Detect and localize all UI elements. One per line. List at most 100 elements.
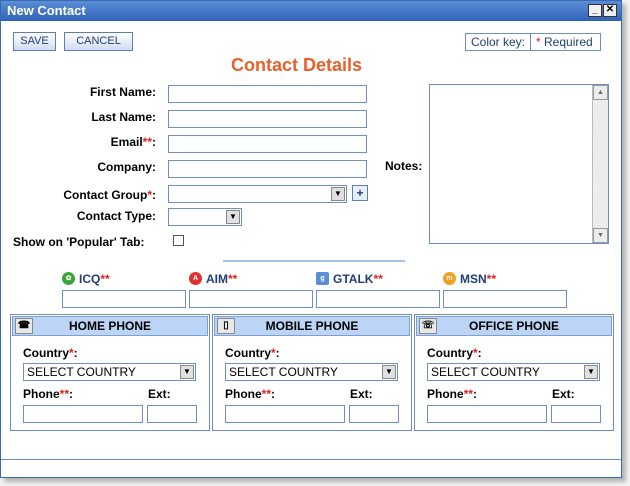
office-phone-stars: ** bbox=[463, 387, 474, 401]
home-country-star: * bbox=[69, 346, 74, 360]
icq-stars: ** bbox=[100, 272, 110, 286]
mobile-phone-panel: ▯ MOBILE PHONE Country*: SELECT COUNTRY ▼ … bbox=[212, 314, 412, 431]
msn-icon: m bbox=[443, 272, 456, 285]
scroll-up-icon[interactable]: ▲ bbox=[593, 85, 608, 100]
gtalk-field[interactable] bbox=[316, 290, 440, 308]
mobile-phone-stars: ** bbox=[261, 387, 272, 401]
new-contact-window: New Contact _ ✕ SAVE CANCEL Color key: *… bbox=[0, 0, 622, 478]
office-phone-label: Phone**: bbox=[427, 387, 478, 401]
gtalk-icon: g bbox=[316, 272, 329, 285]
mobile-phone-title: MOBILE PHONE bbox=[265, 319, 359, 333]
home-phone-label-text: Phone bbox=[23, 387, 60, 401]
cancel-button[interactable]: CANCEL bbox=[64, 32, 133, 51]
office-ext-label: Ext: bbox=[552, 387, 575, 401]
office-ext-field[interactable] bbox=[551, 405, 601, 423]
color-key-label: Color key: bbox=[471, 35, 526, 49]
company-field[interactable] bbox=[168, 160, 367, 178]
home-country-label: Country*: bbox=[23, 346, 78, 360]
home-phone-field[interactable] bbox=[23, 405, 143, 423]
mobile-ext-field[interactable] bbox=[349, 405, 399, 423]
chevron-down-icon: ▼ bbox=[180, 365, 194, 379]
office-phone-panel: ☏ OFFICE PHONE Country*: SELECT COUNTRY ▼ … bbox=[414, 314, 614, 431]
mobile-phone-icon: ▯ bbox=[217, 318, 235, 334]
home-ext-field[interactable] bbox=[147, 405, 197, 423]
email-label: Email**: bbox=[110, 135, 156, 149]
home-phone-stars: ** bbox=[59, 387, 70, 401]
mobile-phone-label-text: Phone bbox=[225, 387, 262, 401]
first-name-label: First Name: bbox=[89, 85, 156, 99]
mobile-phone-label: Phone**: bbox=[225, 387, 276, 401]
icq-label: ICQ** bbox=[79, 272, 110, 286]
mobile-ext-label: Ext: bbox=[350, 387, 373, 401]
popular-tab-label: Show on 'Popular' Tab: bbox=[13, 235, 145, 249]
contact-type-label: Contact Type: bbox=[76, 209, 156, 223]
page-title: Contact Details bbox=[231, 55, 363, 75]
mobile-phone-header: ▯ MOBILE PHONE bbox=[214, 316, 410, 336]
contact-group-required-star: * bbox=[147, 188, 152, 202]
required-text: Required bbox=[544, 35, 593, 49]
last-name-label: Last Name: bbox=[91, 110, 156, 124]
chevron-down-icon: ▼ bbox=[331, 187, 345, 201]
email-field[interactable] bbox=[168, 135, 367, 153]
notes-label: Notes: bbox=[385, 159, 423, 173]
msn-label: MSN** bbox=[460, 272, 496, 286]
office-phone-label-text: Phone bbox=[427, 387, 464, 401]
mobile-country-label-text: Country bbox=[225, 346, 271, 360]
aim-label: AIM** bbox=[206, 272, 237, 286]
first-name-field[interactable] bbox=[168, 85, 367, 103]
phone-icon: ☎ bbox=[15, 318, 33, 334]
mobile-phone-field[interactable] bbox=[225, 405, 345, 423]
mobile-country-star: * bbox=[271, 346, 276, 360]
gtalk-stars: ** bbox=[373, 272, 383, 286]
office-country-star: * bbox=[473, 346, 478, 360]
home-country-value: SELECT COUNTRY bbox=[27, 365, 136, 379]
email-label-text: Email bbox=[110, 135, 143, 149]
chevron-down-icon: ▼ bbox=[382, 365, 396, 379]
home-ext-label: Ext: bbox=[148, 387, 171, 401]
msn-label-text: MSN bbox=[460, 272, 487, 286]
chevron-down-icon: ▼ bbox=[584, 365, 598, 379]
notes-scrollbar[interactable]: ▲ ▼ bbox=[592, 85, 608, 243]
section-divider bbox=[223, 260, 405, 262]
home-phone-header: ☎ HOME PHONE bbox=[12, 316, 208, 336]
color-key-required: * Required bbox=[530, 34, 606, 50]
notes-textarea[interactable]: ▲ ▼ bbox=[429, 84, 609, 244]
contact-group-select[interactable]: ▼ bbox=[168, 185, 347, 203]
add-group-button[interactable]: + bbox=[352, 185, 368, 201]
home-phone-panel: ☎ HOME PHONE Country*: SELECT COUNTRY ▼ Ph… bbox=[10, 314, 210, 431]
minimize-button[interactable]: _ bbox=[588, 4, 602, 17]
home-country-select[interactable]: SELECT COUNTRY ▼ bbox=[23, 363, 196, 381]
last-name-field[interactable] bbox=[168, 110, 367, 128]
mobile-country-select[interactable]: SELECT COUNTRY ▼ bbox=[225, 363, 398, 381]
icq-icon: ✿ bbox=[62, 272, 75, 285]
msn-stars: ** bbox=[486, 272, 497, 286]
scroll-down-icon[interactable]: ▼ bbox=[593, 228, 608, 243]
aim-stars: ** bbox=[228, 272, 238, 286]
contact-group-label-text: Contact Group bbox=[63, 188, 148, 202]
window-title: New Contact bbox=[7, 3, 86, 18]
gtalk-label: GTALK** bbox=[333, 272, 383, 286]
popular-tab-checkbox[interactable] bbox=[173, 235, 184, 246]
aim-field[interactable] bbox=[189, 290, 313, 308]
office-phone-field[interactable] bbox=[427, 405, 547, 423]
close-button[interactable]: ✕ bbox=[603, 4, 617, 17]
icq-label-text: ICQ bbox=[79, 272, 101, 286]
office-phone-header: ☏ OFFICE PHONE bbox=[416, 316, 612, 336]
icq-field[interactable] bbox=[62, 290, 186, 308]
contact-type-select[interactable]: ▼ bbox=[168, 208, 242, 226]
save-button[interactable]: SAVE bbox=[13, 32, 56, 51]
office-phone-icon: ☏ bbox=[419, 318, 437, 334]
office-country-label-text: Country bbox=[427, 346, 473, 360]
mobile-country-label: Country*: bbox=[225, 346, 280, 360]
chevron-down-icon: ▼ bbox=[226, 210, 240, 224]
msn-field[interactable] bbox=[443, 290, 567, 308]
aim-label-text: AIM bbox=[206, 272, 228, 286]
office-country-label: Country*: bbox=[427, 346, 482, 360]
home-phone-title: HOME PHONE bbox=[68, 319, 151, 333]
gtalk-label-text: GTALK bbox=[333, 272, 374, 286]
home-phone-label: Phone**: bbox=[23, 387, 74, 401]
office-country-select[interactable]: SELECT COUNTRY ▼ bbox=[427, 363, 600, 381]
mobile-country-value: SELECT COUNTRY bbox=[229, 365, 338, 379]
footer-divider bbox=[1, 459, 621, 460]
home-country-label-text: Country bbox=[23, 346, 69, 360]
